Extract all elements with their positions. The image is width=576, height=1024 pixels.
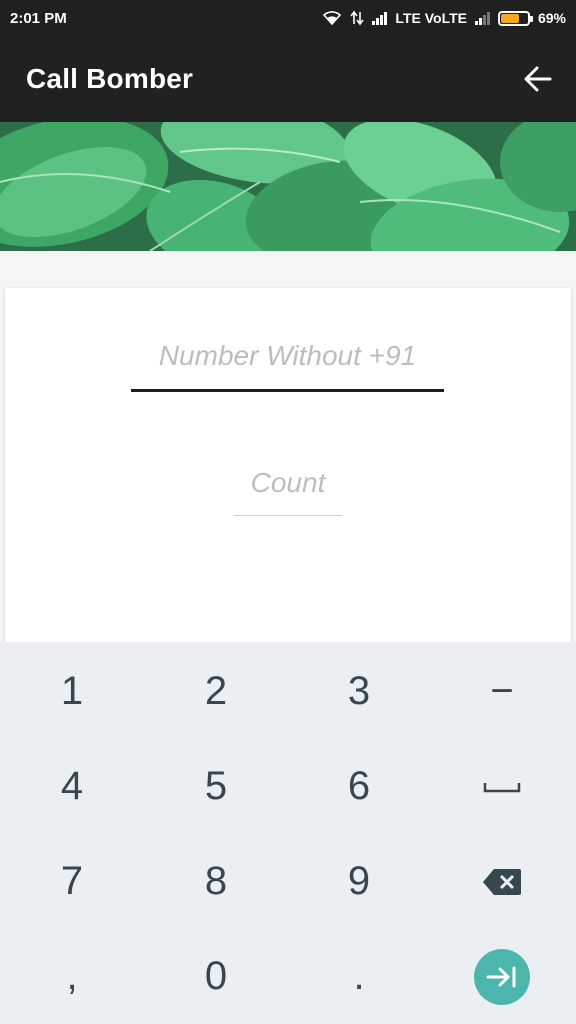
key-period[interactable]: . bbox=[287, 929, 431, 1024]
key-4[interactable]: 4 bbox=[0, 739, 144, 834]
number-input[interactable] bbox=[131, 340, 444, 372]
network-label: LTE VoLTE bbox=[395, 10, 467, 26]
key-2[interactable]: 2 bbox=[144, 644, 288, 739]
numeric-keyboard: 1 2 3 − 4 5 6 7 8 9 , 0 . bbox=[0, 642, 576, 1024]
form-card bbox=[5, 288, 571, 648]
enter-button[interactable] bbox=[474, 948, 530, 1005]
count-input[interactable] bbox=[234, 467, 342, 499]
leaf-banner-image bbox=[0, 122, 576, 251]
battery-icon bbox=[497, 10, 533, 26]
space-bar-icon bbox=[483, 782, 521, 792]
key-8[interactable]: 8 bbox=[144, 834, 288, 929]
key-9[interactable]: 9 bbox=[287, 834, 431, 929]
count-field[interactable] bbox=[234, 460, 342, 516]
wifi-icon bbox=[323, 11, 342, 26]
key-space[interactable] bbox=[430, 739, 574, 834]
data-arrows-icon bbox=[350, 10, 365, 26]
key-0[interactable]: 0 bbox=[144, 929, 288, 1024]
key-5[interactable]: 5 bbox=[144, 739, 288, 834]
page-title: Call Bomber bbox=[26, 63, 194, 94]
key-3[interactable]: 3 bbox=[287, 644, 431, 739]
app-bar: Call Bomber bbox=[0, 36, 576, 122]
key-1[interactable]: 1 bbox=[0, 644, 144, 739]
arrow-left-icon bbox=[524, 66, 552, 92]
key-backspace[interactable] bbox=[430, 834, 574, 929]
battery-label: 69% bbox=[537, 10, 566, 26]
status-icons: LTE VoLTE 69% bbox=[322, 10, 566, 26]
back-button[interactable] bbox=[522, 63, 554, 95]
key-6[interactable]: 6 bbox=[287, 739, 431, 834]
status-time: 2:01 PM bbox=[10, 9, 67, 27]
signal-icon-secondary bbox=[474, 11, 490, 25]
status-bar: 2:01 PM LTE VoLTE 69% bbox=[0, 0, 576, 36]
key-comma[interactable]: , bbox=[0, 929, 144, 1024]
number-field[interactable] bbox=[131, 332, 444, 392]
key-minus[interactable]: − bbox=[430, 644, 574, 739]
key-7[interactable]: 7 bbox=[0, 834, 144, 929]
signal-icon bbox=[372, 11, 388, 25]
tab-enter-icon bbox=[486, 966, 516, 987]
key-enter[interactable] bbox=[430, 929, 574, 1024]
backspace-icon bbox=[483, 868, 521, 895]
